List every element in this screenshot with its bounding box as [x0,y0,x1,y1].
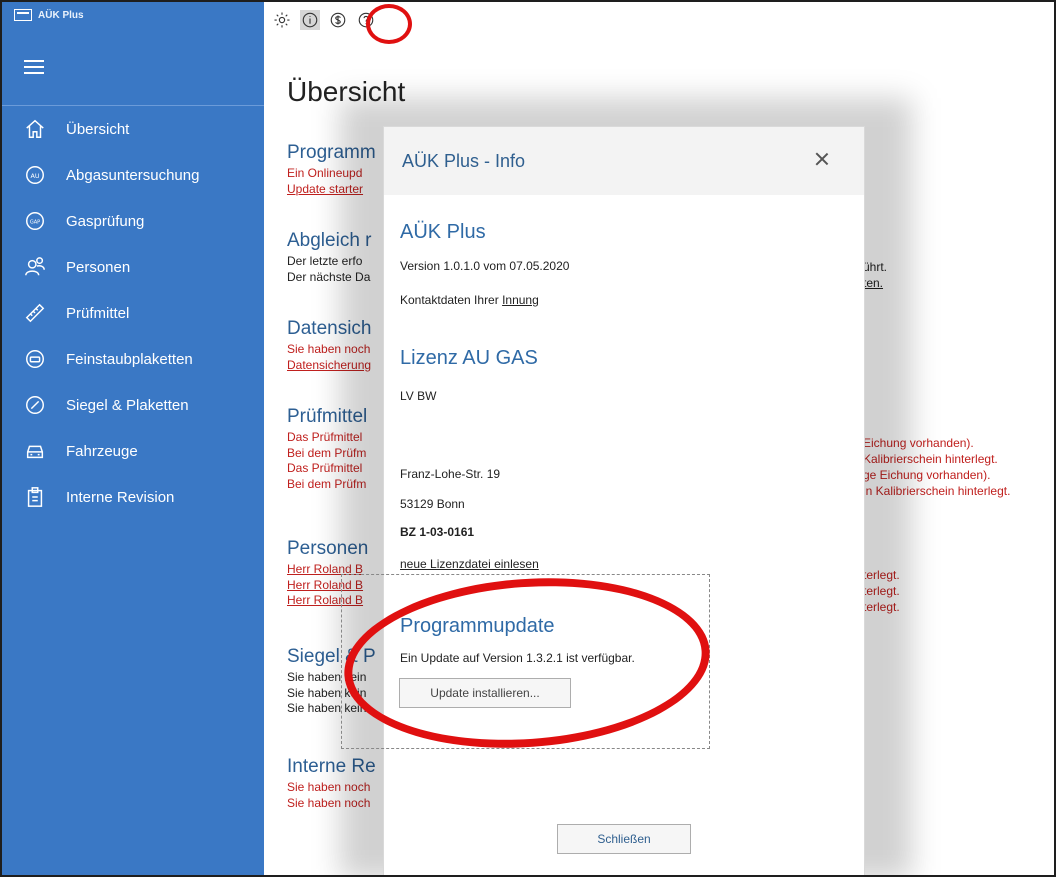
version-text: Version 1.0.1.0 vom 07.05.2020 [400,259,570,273]
dialog-header: AÜK Plus - Info [384,127,864,195]
seal-icon [24,394,46,416]
license-title: Lizenz AU GAS [400,347,538,369]
sidebar-item-label: Gasprüfung [66,212,145,230]
sidebar-item-label: Interne Revision [66,488,175,506]
ruler-icon [24,302,46,324]
sidebar: AÜK Plus Übersicht AU Abgasuntersuchung … [2,2,264,875]
sidebar-item-interne-revision[interactable]: Interne Revision [2,474,264,520]
app-icon [14,9,32,21]
hamburger-icon [24,65,44,68]
licensee-text: LV BW [400,389,437,403]
sidebar-item-label: Fahrzeuge [66,442,138,460]
titlebar: AÜK Plus [2,2,264,28]
app-window: AÜK Plus Übersicht AU Abgasuntersuchung … [0,0,1056,877]
svg-text:GAP: GAP [30,219,40,225]
sidebar-item-label: Abgasuntersuchung [66,166,200,184]
home-icon [24,118,46,140]
contact-text: Kontaktdaten Ihrer Innung [400,293,539,307]
app-title: AÜK Plus [38,9,84,21]
gap-icon: GAP [24,210,46,232]
plaque-icon [24,348,46,370]
sidebar-item-label: Prüfmittel [66,304,130,322]
hamburger-menu-button[interactable] [2,28,264,106]
sidebar-item-gaspruefung[interactable]: GAP Gasprüfung [2,198,264,244]
svg-text:AU: AU [30,172,39,180]
info-dialog: AÜK Plus - Info AÜK Plus Version 1.0.1.0… [383,126,865,875]
product-name: AÜK Plus [400,221,486,243]
close-icon[interactable] [814,151,830,167]
sidebar-item-label: Personen [66,258,131,276]
contact-prefix: Kontaktdaten Ihrer [400,293,503,307]
sidebar-item-feinstaubplaketten[interactable]: Feinstaubplaketten [2,336,264,382]
dialog-title: AÜK Plus - Info [402,150,526,171]
au-icon: AU [24,164,46,186]
bz-number: BZ 1-03-0161 [400,525,475,539]
persons-icon [24,256,46,278]
new-license-link[interactable]: neue Lizenzdatei einlesen [400,557,539,571]
sidebar-item-personen[interactable]: Personen [2,244,264,290]
sidebar-item-fahrzeuge[interactable]: Fahrzeuge [2,428,264,474]
street-text: Franz-Lohe-Str. 19 [400,467,501,481]
sidebar-item-pruefmittel[interactable]: Prüfmittel [2,290,264,336]
new-license-link-text[interactable]: neue Lizenzdatei einlesen [400,557,539,571]
sidebar-item-abgasuntersuchung[interactable]: AU Abgasuntersuchung [2,152,264,198]
sidebar-item-label: Siegel & Plaketten [66,396,189,414]
sidebar-item-label: Feinstaubplaketten [66,350,193,368]
sidebar-item-uebersicht[interactable]: Übersicht [2,106,264,152]
sidebar-item-siegel-plaketten[interactable]: Siegel & Plaketten [2,382,264,428]
innung-link[interactable]: Innung [502,293,539,307]
city-text: 53129 Bonn [400,497,465,511]
clipboard-icon [24,486,46,508]
sidebar-item-label: Übersicht [66,120,130,138]
car-icon [24,440,46,462]
close-button[interactable]: Schließen [557,824,691,854]
